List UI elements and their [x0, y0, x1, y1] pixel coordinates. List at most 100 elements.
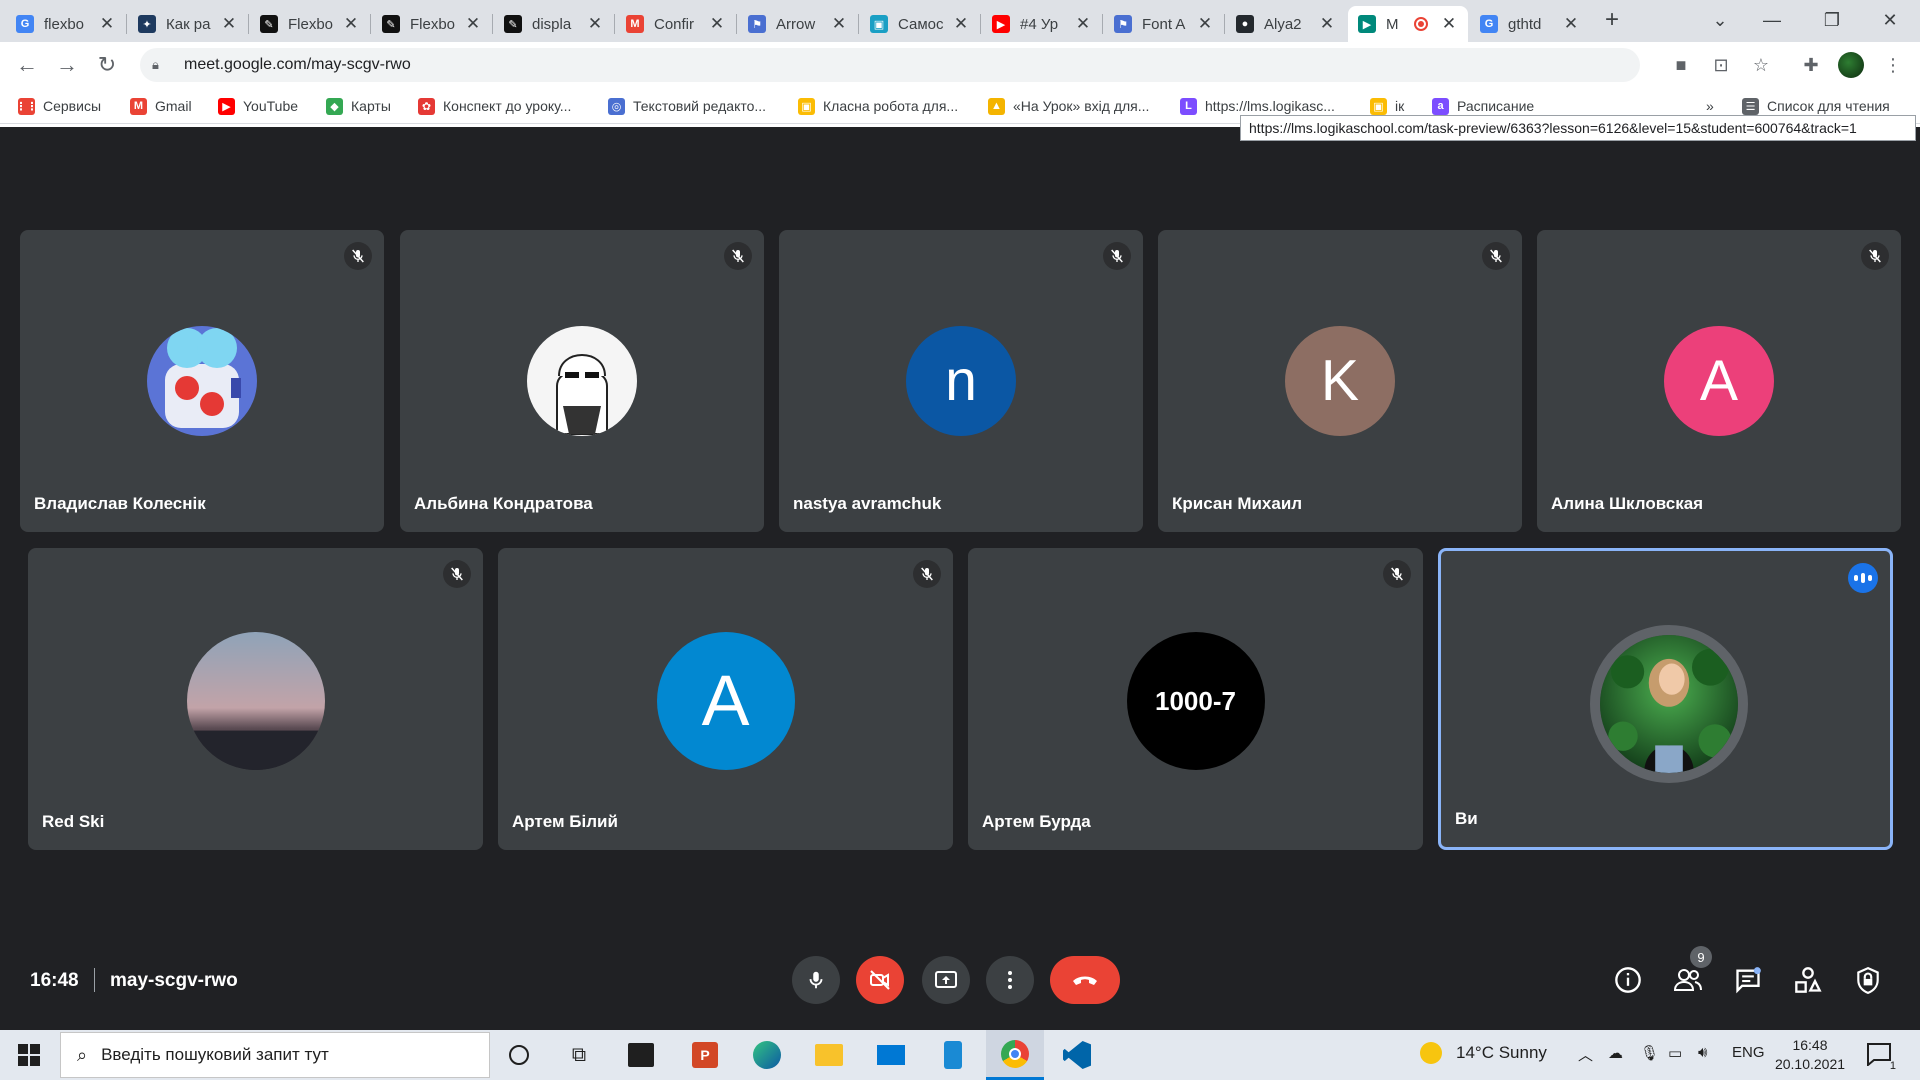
- chrome-taskbar-icon[interactable]: [986, 1030, 1044, 1080]
- browser-tab[interactable]: ▶ #4 Ур ✕: [982, 6, 1102, 42]
- bookmark-item[interactable]: M Gmail: [130, 94, 192, 118]
- sun-icon: [1420, 1042, 1442, 1064]
- browser-menu-icon[interactable]: ⋮: [1880, 52, 1906, 78]
- volume-icon[interactable]: 🔊︎: [1698, 1044, 1707, 1061]
- participant-tile[interactable]: n nastya avramchuk: [779, 230, 1143, 532]
- browser-tab[interactable]: ● Alya2 ✕: [1226, 6, 1346, 42]
- translate-icon[interactable]: ⊡: [1708, 52, 1734, 78]
- mail-icon[interactable]: [862, 1030, 920, 1080]
- tab-favicon-icon: ▣: [870, 15, 888, 33]
- participant-tile[interactable]: A Артем Білий: [498, 548, 953, 850]
- tab-close-icon[interactable]: ✕: [1318, 14, 1336, 34]
- windows-start-button[interactable]: [0, 1030, 58, 1080]
- profile-avatar[interactable]: [1838, 52, 1864, 78]
- browser-tab[interactable]: Gflexbo ✕: [6, 6, 126, 42]
- browser-tab[interactable]: Ggthtd ✕: [1470, 6, 1590, 42]
- meeting-details-icon[interactable]: [1606, 958, 1650, 1002]
- battery-icon[interactable]: ▭: [1668, 1044, 1682, 1062]
- show-hidden-icons[interactable]: ︿: [1578, 1044, 1593, 1065]
- browser-tab[interactable]: ✎ displa ✕: [494, 6, 614, 42]
- bookmark-item[interactable]: ◆ Карты: [326, 94, 391, 118]
- restore-button[interactable]: ❐: [1812, 4, 1852, 36]
- browser-tab[interactable]: ⚑ Arrow ✕: [738, 6, 858, 42]
- system-clock[interactable]: 16:48 20.10.2021: [1770, 1036, 1850, 1074]
- browser-tab[interactable]: ✦ Как ра ✕: [128, 6, 248, 42]
- task-view-icon[interactable]: ⧉: [550, 1030, 608, 1080]
- tab-search-icon[interactable]: ⌄: [1700, 4, 1740, 36]
- self-video-tile[interactable]: Ви: [1438, 548, 1893, 850]
- participant-tile[interactable]: K Крисан Михаил: [1158, 230, 1522, 532]
- participant-tile[interactable]: Red Ski: [28, 548, 483, 850]
- tab-close-icon[interactable]: ✕: [98, 14, 116, 34]
- bookmark-favicon-icon: ▶: [218, 97, 235, 115]
- chat-icon[interactable]: [1726, 958, 1770, 1002]
- mic-tray-icon[interactable]: 🎙︎: [1640, 1044, 1659, 1062]
- tab-close-icon[interactable]: ✕: [952, 14, 970, 34]
- mic-muted-icon: [443, 560, 471, 588]
- participant-tile[interactable]: A Алина Шкловская: [1537, 230, 1901, 532]
- browser-tab[interactable]: ▣ Самос ✕: [860, 6, 980, 42]
- search-icon: ⌕: [77, 1044, 88, 1065]
- participant-avatar: 1000-7: [1126, 632, 1265, 770]
- vscode-icon[interactable]: [1048, 1030, 1106, 1080]
- participant-name: Артем Білий: [512, 812, 618, 831]
- onedrive-icon[interactable]: ☁: [1608, 1044, 1623, 1062]
- bookmark-item[interactable]: ✿ Конспект до уроку...: [418, 94, 571, 118]
- taskbar-search-box[interactable]: ⌕ Введіть пошуковий запит тут: [60, 1032, 490, 1078]
- tab-close-icon[interactable]: ✕: [830, 14, 848, 34]
- new-tab-button[interactable]: +: [1592, 4, 1632, 36]
- tab-close-icon[interactable]: ✕: [342, 14, 360, 34]
- address-url: meet.google.com/may-scgv-rwo: [184, 56, 411, 73]
- host-controls-icon[interactable]: [1846, 958, 1890, 1002]
- microsoft-store-icon[interactable]: [612, 1030, 670, 1080]
- tab-close-icon[interactable]: ✕: [1562, 14, 1580, 34]
- activities-icon[interactable]: [1786, 958, 1830, 1002]
- bookmark-item[interactable]: ▶ YouTube: [218, 94, 298, 118]
- browser-tab[interactable]: M Confir ✕: [616, 6, 736, 42]
- leave-call-button[interactable]: [1050, 956, 1120, 1004]
- participant-tile[interactable]: Владислав Колеснік: [20, 230, 384, 532]
- input-language[interactable]: ENG: [1732, 1044, 1765, 1061]
- tab-close-icon[interactable]: ✕: [1196, 14, 1214, 34]
- tab-close-icon[interactable]: ✕: [220, 14, 238, 34]
- tab-separator: [370, 14, 371, 34]
- more-options-button[interactable]: [986, 956, 1034, 1004]
- cortana-icon[interactable]: [490, 1030, 548, 1080]
- camera-off-button[interactable]: [856, 956, 904, 1004]
- file-explorer-icon[interactable]: [800, 1030, 858, 1080]
- extensions-icon[interactable]: ✚: [1798, 52, 1824, 78]
- bookmark-item[interactable]: ⋮⋮ Сервисы: [16, 94, 101, 118]
- reload-button[interactable]: ↻: [92, 50, 122, 80]
- phone-app-icon[interactable]: [924, 1030, 982, 1080]
- close-window-button[interactable]: ✕: [1870, 4, 1910, 36]
- microphone-button[interactable]: [792, 956, 840, 1004]
- forward-button[interactable]: →: [52, 50, 82, 80]
- notification-center-icon[interactable]: 1: [1866, 1042, 1896, 1072]
- tab-close-icon[interactable]: ✕: [464, 14, 482, 34]
- tab-close-icon[interactable]: ✕: [1440, 14, 1458, 34]
- bookmark-star-icon[interactable]: ☆: [1748, 52, 1774, 78]
- tab-close-icon[interactable]: ✕: [1074, 14, 1092, 34]
- browser-tab[interactable]: ✎ Flexbo ✕: [372, 6, 492, 42]
- back-button[interactable]: ←: [12, 50, 42, 80]
- minimize-button[interactable]: —: [1752, 4, 1792, 36]
- bookmark-item[interactable]: ▣ Класна робота для...: [798, 94, 958, 118]
- browser-tab[interactable]: ⚑ Font A ✕: [1104, 6, 1224, 42]
- powerpoint-icon[interactable]: P: [676, 1030, 734, 1080]
- present-screen-button[interactable]: [922, 956, 970, 1004]
- browser-tab[interactable]: ▶ M ✕: [1348, 6, 1468, 42]
- edge-icon[interactable]: [738, 1030, 796, 1080]
- participant-name: Red Ski: [42, 812, 105, 831]
- bookmark-item[interactable]: ▲ «На Урок» вхід для...: [988, 94, 1149, 118]
- weather-widget[interactable]: 14°C Sunny: [1420, 1042, 1547, 1064]
- tab-close-icon[interactable]: ✕: [586, 14, 604, 34]
- camera-blocked-icon[interactable]: ■: [1668, 52, 1694, 78]
- tab-close-icon[interactable]: ✕: [708, 14, 726, 34]
- address-bar[interactable]: 🔒︎ meet.google.com/may-scgv-rwo: [140, 48, 1640, 82]
- browser-tab[interactable]: ✎ Flexbo ✕: [250, 6, 370, 42]
- participant-tile[interactable]: Альбина Кондратова: [400, 230, 764, 532]
- tab-favicon-icon: ⚑: [748, 15, 766, 33]
- bookmark-item[interactable]: ◎ Текстовий редакто...: [608, 94, 766, 118]
- participant-tile[interactable]: 1000-7 Артем Бурда: [968, 548, 1423, 850]
- bookmark-label: Конспект до уроку...: [443, 98, 572, 114]
